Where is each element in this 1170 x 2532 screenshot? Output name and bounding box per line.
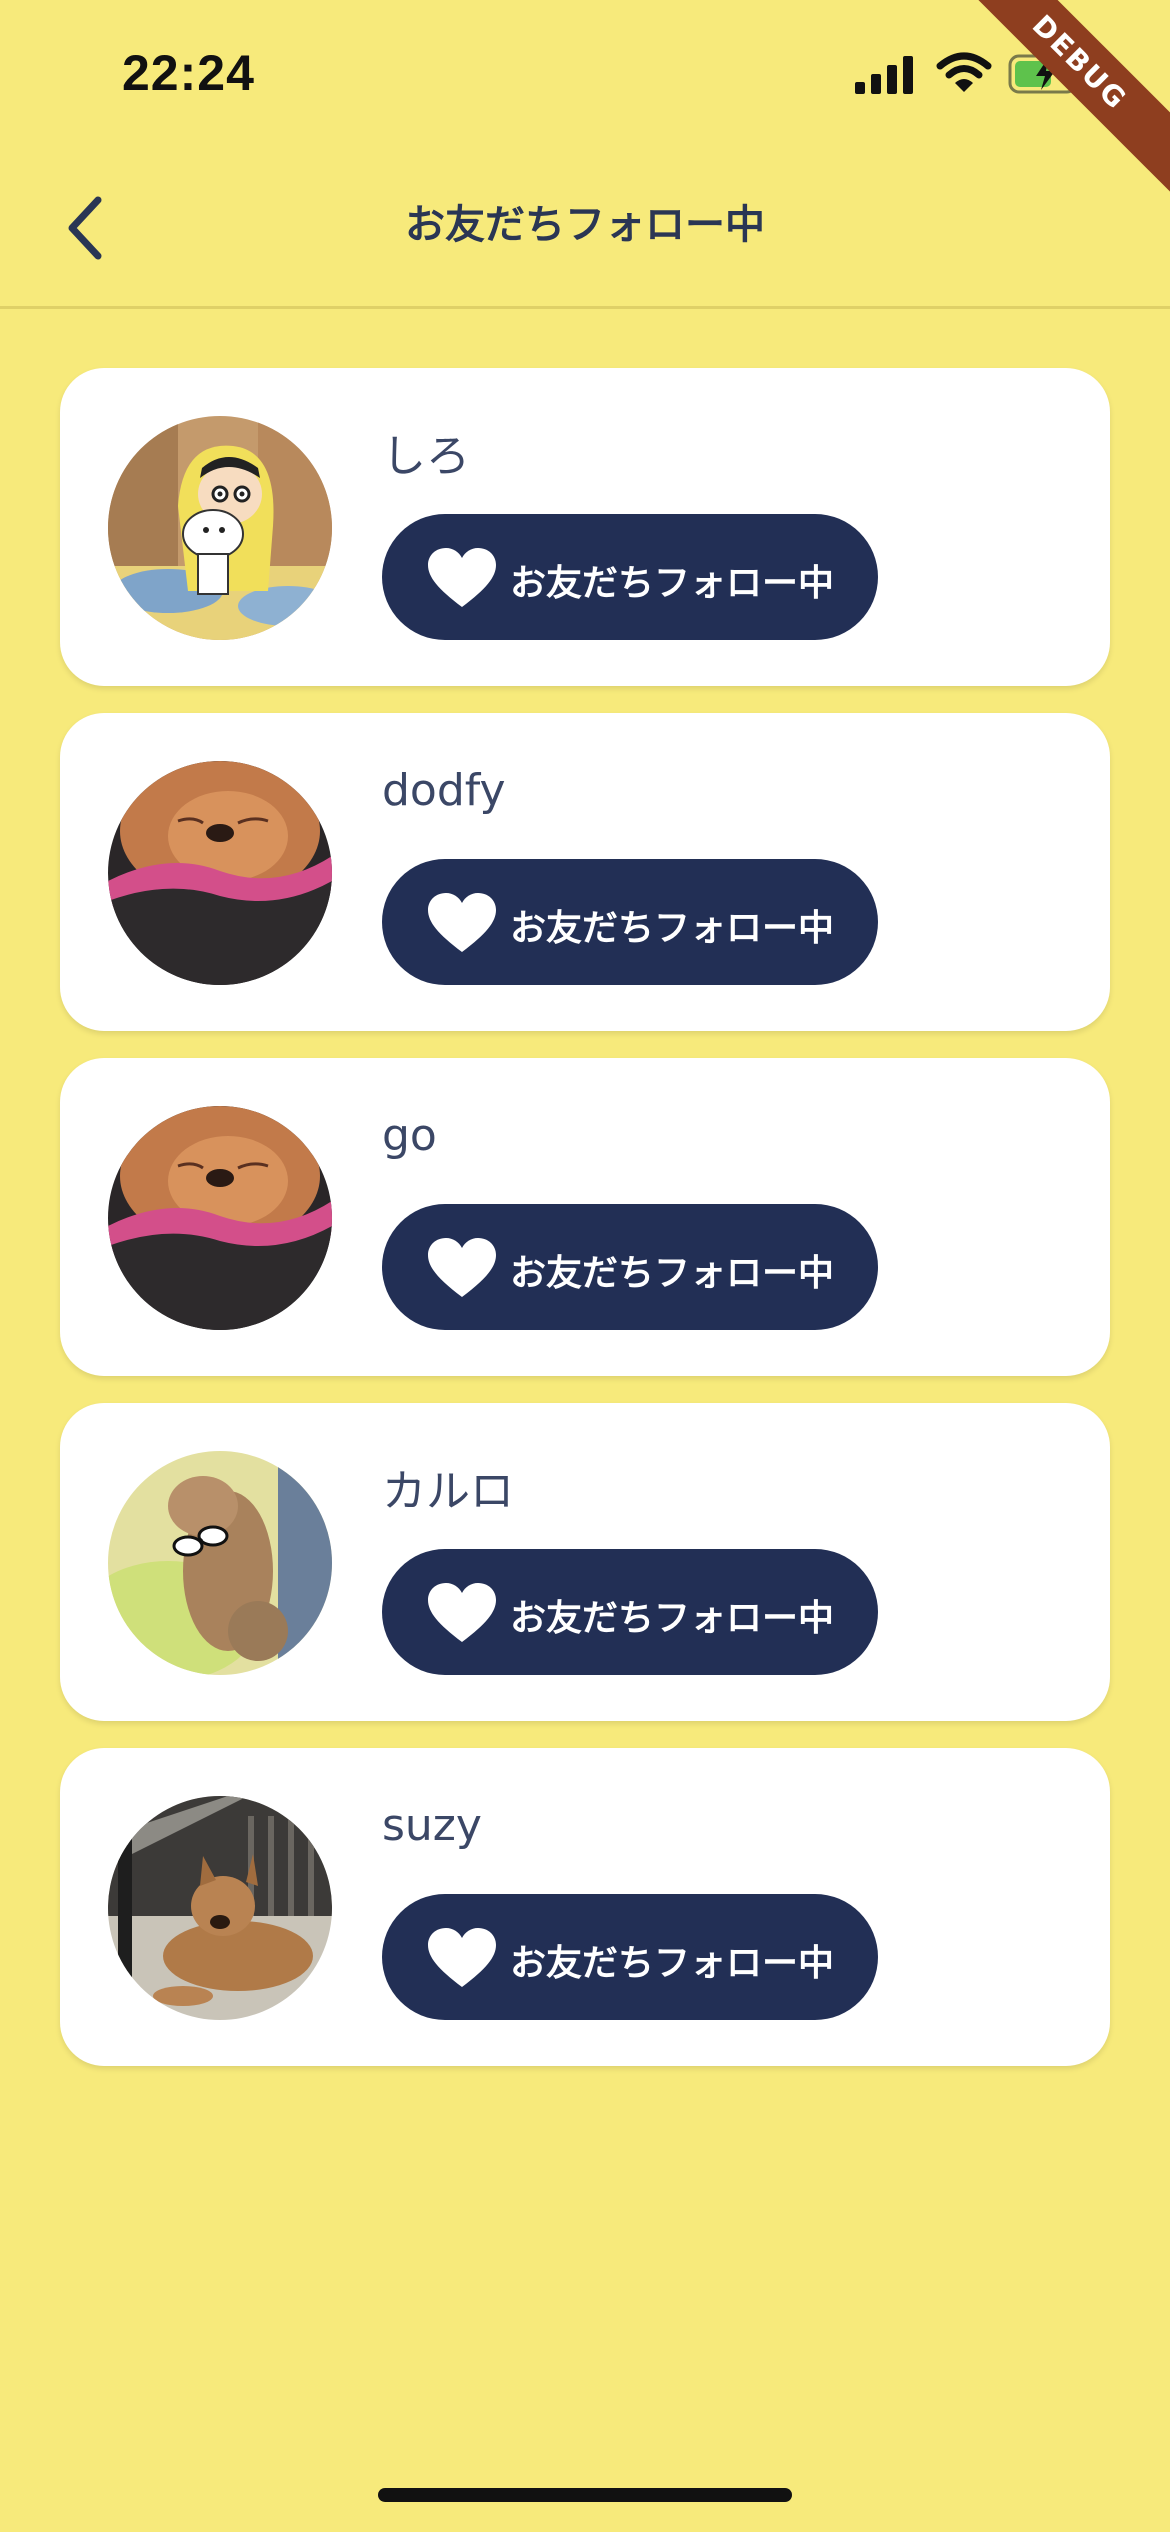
heart-icon [428,1928,496,1987]
heart-icon [428,1583,496,1642]
following-button[interactable]: お友だちフォロー中 [382,1549,878,1675]
following-label: お友だちフォロー中 [510,1943,835,1984]
friend-name: カルロ [382,1466,514,1517]
following-label: お友だちフォロー中 [510,1253,835,1294]
following-button[interactable]: お友だちフォロー中 [382,859,878,985]
friend-card[interactable]: suzy お友だちフォロー中 [60,1748,1110,2066]
wifi-icon [936,52,992,92]
following-button[interactable]: お友だちフォロー中 [382,1204,878,1330]
friend-card[interactable]: dodfy お友だちフォロー中 [60,713,1110,1031]
friend-card[interactable]: go お友だちフォロー中 [60,1058,1110,1376]
cellular-signal-icon [855,56,913,94]
following-label: お友だちフォロー中 [510,1598,835,1639]
friend-name: dodfy [382,765,506,816]
friend-name: しろ [382,431,470,482]
friend-card[interactable]: しろ お友だちフォロー中 [60,368,1110,686]
page-title: お友だちフォロー中 [405,202,765,248]
avatar [108,1796,332,2020]
friend-name: suzy [382,1800,482,1851]
status-time: 22:24 [122,45,255,101]
app-bar: お友だちフォロー中 [0,150,1170,306]
home-indicator[interactable] [378,2488,792,2502]
heart-icon [428,548,496,607]
heart-icon [428,893,496,952]
heart-icon [428,1238,496,1297]
status-bar: 22:24 DEBUG [0,0,1170,195]
following-button[interactable]: お友だちフォロー中 [382,514,878,640]
appbar-divider [0,306,1170,309]
friend-name: go [382,1110,437,1161]
avatar [108,761,332,985]
following-label: お友だちフォロー中 [510,563,835,604]
avatar [108,1451,332,1675]
following-button[interactable]: お友だちフォロー中 [382,1894,878,2020]
friend-card[interactable]: カルロ お友だちフォロー中 [60,1403,1110,1721]
avatar [108,416,332,640]
following-label: お友だちフォロー中 [510,908,835,949]
avatar [108,1106,332,1330]
debug-label: DEBUG [1026,8,1134,116]
